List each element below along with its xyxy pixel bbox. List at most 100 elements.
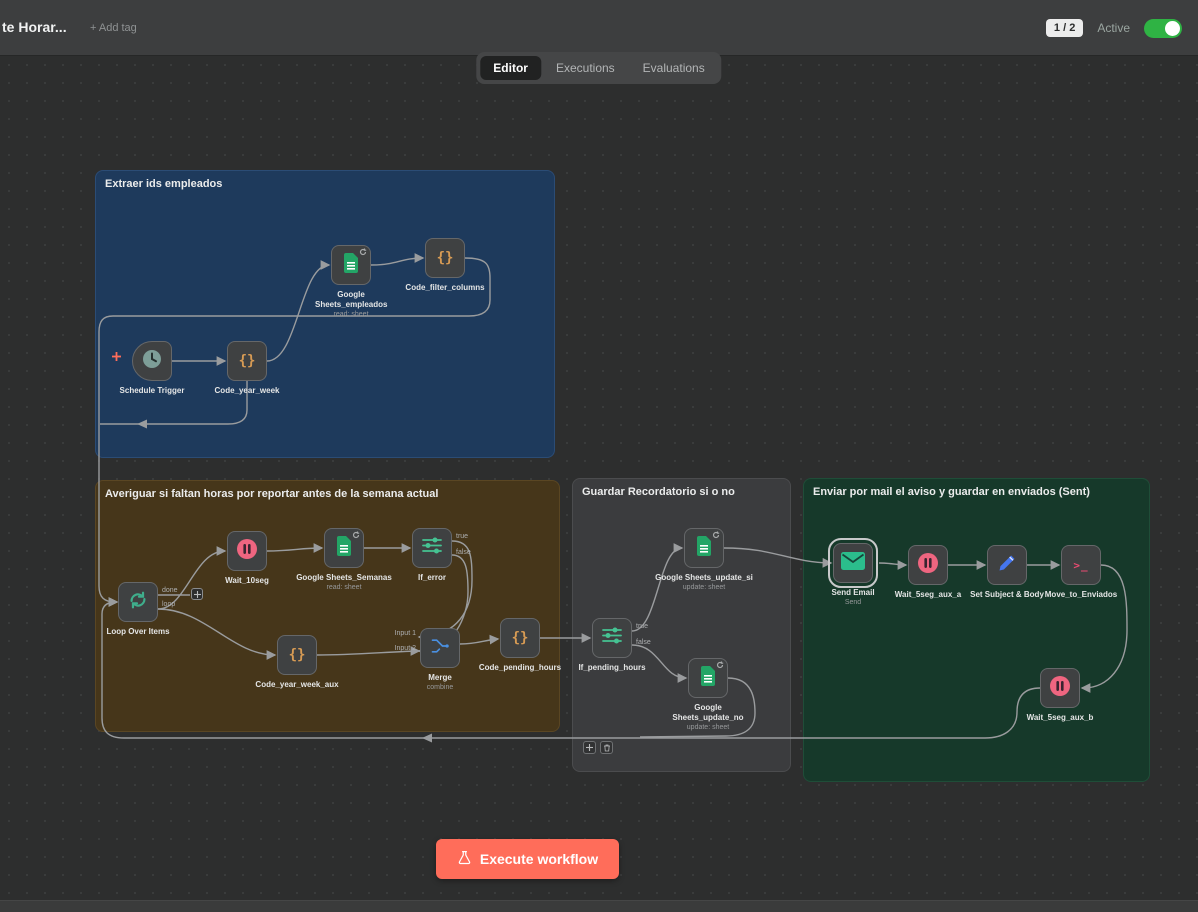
- tab-editor[interactable]: Editor: [480, 56, 541, 80]
- node-sublabel: read: sheet: [296, 584, 392, 591]
- node-wait-10seg[interactable]: Wait_10seg: [227, 531, 267, 571]
- node-label: Wait_5seg_aux_a: [895, 590, 961, 600]
- refresh-badge-icon: [716, 661, 724, 669]
- merge-icon: [430, 636, 450, 661]
- node-schedule-trigger[interactable]: Schedule Trigger: [132, 341, 172, 381]
- node-wait-5seg-aux-b[interactable]: Wait_5seg_aux_b: [1040, 668, 1080, 708]
- node-label: Code_pending_hours: [479, 663, 561, 673]
- sticky-title: Averiguar si faltan horas por reportar a…: [105, 488, 550, 500]
- node-if-pending-hours[interactable]: If_pending_hours: [592, 618, 632, 658]
- tab-evaluations[interactable]: Evaluations: [630, 56, 718, 80]
- code-icon: {}: [512, 630, 529, 646]
- sticky-toolbar: [583, 741, 613, 754]
- node-label: Google Sheets_update_no: [672, 703, 744, 723]
- workflow-header: te Horar... + Add tag 1 / 2 Active: [0, 0, 1198, 56]
- clock-icon: [141, 348, 163, 375]
- node-code-year-week-aux[interactable]: {} Code_year_week_aux: [277, 635, 317, 675]
- sticky-note-send-mail[interactable]: Enviar por mail el aviso y guardar en en…: [803, 478, 1150, 782]
- node-sublabel: update: sheet: [655, 584, 753, 591]
- node-label: Google Sheets_empleados: [315, 290, 387, 310]
- view-tabbar: Editor Executions Evaluations: [476, 52, 721, 84]
- output-label-done: done: [162, 587, 178, 594]
- filter-icon: [422, 537, 442, 559]
- sticky-title: Guardar Recordatorio si o no: [582, 486, 781, 498]
- execute-workflow-button[interactable]: Execute workflow: [436, 839, 619, 879]
- node-move-to-enviados[interactable]: >_ Move_to_Enviados: [1061, 545, 1101, 585]
- pause-icon: [1048, 674, 1072, 703]
- google-sheets-icon: [336, 536, 352, 561]
- node-label: Google Sheets_update_si: [655, 573, 753, 583]
- output-label-true: true: [636, 623, 648, 630]
- node-label: Set Subject & Body: [970, 590, 1044, 600]
- node-label: Code_year_week: [215, 386, 280, 396]
- flask-icon: [457, 850, 472, 868]
- node-code-pending-hours[interactable]: {} Code_pending_hours: [500, 618, 540, 658]
- filter-icon: [602, 627, 622, 649]
- node-sublabel: combine: [427, 684, 453, 691]
- output-label-true: true: [456, 533, 468, 540]
- add-tag-button[interactable]: + Add tag: [90, 22, 137, 34]
- node-label: Send Email: [831, 588, 874, 598]
- node-label: Schedule Trigger: [120, 386, 185, 396]
- google-sheets-icon: [696, 536, 712, 561]
- node-sublabel: read: sheet: [315, 311, 387, 318]
- node-send-email[interactable]: Send Email Send: [833, 543, 873, 583]
- code-icon: {}: [437, 250, 454, 266]
- tab-executions[interactable]: Executions: [543, 56, 628, 80]
- node-sublabel: Send: [831, 599, 874, 606]
- sticky-title: Enviar por mail el aviso y guardar en en…: [813, 486, 1140, 498]
- node-google-sheets-update-si[interactable]: Google Sheets_update_si update: sheet: [684, 528, 724, 568]
- node-code-filter-columns[interactable]: {} Code_filter_columns: [425, 238, 465, 278]
- add-button[interactable]: [583, 741, 596, 754]
- workflow-title[interactable]: te Horar...: [2, 19, 84, 35]
- active-label: Active: [1097, 21, 1130, 35]
- node-set-subject-body[interactable]: Set Subject & Body: [987, 545, 1027, 585]
- google-sheets-icon: [700, 666, 716, 691]
- node-code-year-week[interactable]: {} Code_year_week: [227, 341, 267, 381]
- pagination-badge[interactable]: 1 / 2: [1046, 19, 1083, 37]
- node-label: If_pending_hours: [578, 663, 645, 673]
- execute-workflow-label: Execute workflow: [480, 851, 598, 867]
- email-icon: [841, 552, 865, 575]
- node-sublabel: update: sheet: [672, 724, 744, 731]
- node-label: If_error: [418, 573, 446, 583]
- output-label-loop: loop: [162, 601, 175, 608]
- pause-icon: [235, 537, 259, 566]
- output-label-false: false: [636, 639, 651, 646]
- input-label-1: Input 1: [382, 630, 416, 637]
- node-google-sheets-empleados[interactable]: Google Sheets_empleados read: sheet: [331, 245, 371, 285]
- node-if-error[interactable]: If_error: [412, 528, 452, 568]
- node-wait-5seg-aux-a[interactable]: Wait_5seg_aux_a: [908, 545, 948, 585]
- node-loop-over-items[interactable]: Loop Over Items: [118, 582, 158, 622]
- node-label: Wait_5seg_aux_b: [1027, 713, 1094, 723]
- node-label: Loop Over Items: [106, 627, 169, 637]
- input-label-2: Input 2: [382, 645, 416, 652]
- node-label: Move_to_Enviados: [1045, 590, 1117, 600]
- node-label: Google Sheets_Semanas: [296, 573, 392, 583]
- loop-icon: [127, 589, 149, 616]
- trash-icon[interactable]: [600, 741, 613, 754]
- add-node-button[interactable]: [191, 588, 203, 600]
- active-toggle[interactable]: [1144, 19, 1182, 38]
- pause-icon: [916, 551, 940, 580]
- node-label: Wait_10seg: [225, 576, 269, 586]
- node-google-sheets-update-no[interactable]: Google Sheets_update_no update: sheet: [688, 658, 728, 698]
- output-label-false: false: [456, 549, 471, 556]
- trigger-plus-icon: [112, 352, 121, 361]
- toggle-knob-icon: [1165, 21, 1180, 36]
- refresh-badge-icon: [352, 531, 360, 539]
- refresh-badge-icon: [712, 531, 720, 539]
- node-label: Merge: [427, 673, 453, 683]
- n8n-workflow-window: te Horar... + Add tag 1 / 2 Active Edito…: [0, 0, 1198, 912]
- node-label: Code_filter_columns: [405, 283, 484, 293]
- code-icon: {}: [289, 647, 306, 663]
- terminal-icon: >_: [1073, 559, 1088, 572]
- bottom-bar: [0, 900, 1198, 912]
- node-google-sheets-semanas[interactable]: Google Sheets_Semanas read: sheet: [324, 528, 364, 568]
- node-label: Code_year_week_aux: [255, 680, 338, 690]
- code-icon: {}: [239, 353, 256, 369]
- node-merge[interactable]: Merge combine: [420, 628, 460, 668]
- sticky-title: Extraer ids empleados: [105, 178, 545, 190]
- pencil-icon: [997, 553, 1017, 578]
- google-sheets-icon: [343, 253, 359, 278]
